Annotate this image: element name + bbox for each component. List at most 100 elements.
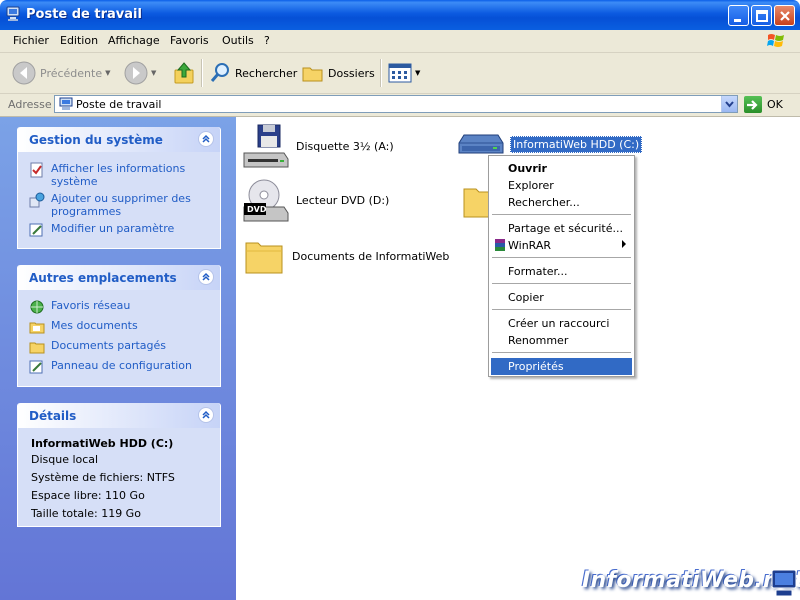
hard-drive-icon	[458, 134, 504, 154]
folder-icon	[245, 242, 283, 274]
back-arrow-icon	[12, 61, 36, 85]
system-info-icon	[30, 162, 43, 178]
ctx-create-shortcut[interactable]: Créer un raccourci	[491, 315, 632, 332]
submenu-arrow-icon	[622, 240, 626, 248]
ctx-winrar[interactable]: WinRAR	[491, 237, 632, 254]
folder-icon	[29, 342, 45, 354]
ctx-rename[interactable]: Renommer	[491, 332, 632, 349]
double-chevron-up-icon	[202, 410, 210, 419]
other-places-panel: Autres emplacements Favoris réseau Mes d…	[17, 265, 221, 387]
chevron-down-icon: ▼	[151, 69, 157, 77]
ctx-properties[interactable]: Propriétés	[491, 358, 632, 375]
place-shared-documents[interactable]: Documents partagés	[29, 339, 211, 355]
ctx-separator	[492, 257, 631, 258]
details-type: Disque local	[31, 453, 99, 466]
toolbar: Précédente ▼ ▼ Rechercher Dossiers ▼	[0, 53, 800, 94]
task-system-info[interactable]: Afficher les informations système	[29, 162, 211, 188]
ctx-separator	[492, 214, 631, 215]
task-change-setting[interactable]: Modifier un paramètre	[29, 222, 211, 238]
forward-button[interactable]: ▼	[124, 53, 156, 93]
menu-affichage[interactable]: Affichage	[108, 34, 160, 47]
svg-text:DVD: DVD	[247, 205, 267, 214]
computer-logo-icon	[771, 569, 797, 597]
chevron-down-icon: ▼	[415, 69, 421, 77]
close-button[interactable]	[774, 5, 795, 26]
menu-fichier[interactable]: Fichier	[13, 34, 49, 47]
documents-folder-icon	[29, 322, 45, 334]
go-button[interactable]: OK	[744, 96, 783, 113]
menu-edition[interactable]: Edition	[60, 34, 98, 47]
collapse-button[interactable]	[198, 269, 214, 285]
ctx-sharing-security[interactable]: Partage et sécurité...	[491, 220, 632, 237]
place-my-documents[interactable]: Mes documents	[29, 319, 211, 335]
system-tasks-panel: Gestion du système Afficher les informat…	[17, 127, 221, 249]
up-folder-icon	[174, 62, 194, 84]
maximize-icon	[756, 10, 768, 22]
views-button[interactable]: ▼	[388, 53, 420, 93]
floppy-drive-icon	[243, 124, 289, 168]
drive-floppy[interactable]: Disquette 3½ (A:)	[242, 123, 394, 169]
system-tasks-header[interactable]: Gestion du système	[18, 127, 220, 152]
control-panel-icon	[29, 360, 43, 374]
search-icon	[210, 63, 229, 82]
chevron-down-icon: ▼	[105, 69, 111, 77]
my-computer-icon	[59, 97, 73, 110]
menu-help[interactable]: ?	[264, 34, 270, 47]
control-panel-icon	[29, 223, 43, 237]
folders-button[interactable]: Dossiers	[302, 53, 375, 93]
place-network[interactable]: Favoris réseau	[29, 299, 211, 315]
chevron-down-icon	[725, 101, 734, 108]
ctx-separator	[492, 352, 631, 353]
details-name: InformatiWeb HDD (C:)	[31, 437, 174, 450]
details-panel: Détails InformatiWeb HDD (C:) Disque loc…	[17, 403, 221, 527]
ctx-search[interactable]: Rechercher...	[491, 194, 632, 211]
maximize-button[interactable]	[751, 5, 772, 26]
ctx-open[interactable]: Ouvrir	[491, 160, 632, 177]
menu-favoris[interactable]: Favoris	[170, 34, 209, 47]
drive-dvd[interactable]: DVD Lecteur DVD (D:)	[242, 177, 389, 223]
task-pane: Gestion du système Afficher les informat…	[0, 117, 236, 600]
views-icon	[388, 63, 412, 83]
network-icon	[30, 300, 44, 314]
minimize-button[interactable]	[728, 5, 749, 26]
menu-bar: Fichier Edition Affichage Favoris Outils…	[0, 30, 800, 53]
double-chevron-up-icon	[202, 272, 210, 281]
search-button[interactable]: Rechercher	[209, 53, 297, 93]
address-dropdown-button[interactable]	[721, 96, 737, 112]
address-bar: Adresse Poste de travail OK	[0, 94, 800, 117]
close-icon	[780, 11, 790, 21]
details-filesystem: Système de fichiers: NTFS	[31, 471, 175, 484]
ctx-explore[interactable]: Explorer	[491, 177, 632, 194]
task-add-remove-programs[interactable]: Ajouter ou supprimer des programmes	[29, 192, 211, 218]
my-computer-icon	[6, 6, 20, 21]
go-arrow-icon	[744, 96, 762, 113]
toolbar-separator	[380, 59, 382, 87]
drive-hdd-c[interactable]: InformatiWeb HDD (C:)	[458, 131, 643, 157]
details-header[interactable]: Détails	[18, 403, 220, 428]
folder-documents-informatiweb[interactable]: Documents de InformatiWeb	[244, 235, 449, 277]
ctx-copy[interactable]: Copier	[491, 289, 632, 306]
double-chevron-up-icon	[202, 134, 210, 143]
dvd-drive-icon: DVD	[243, 179, 289, 222]
menu-outils[interactable]: Outils	[222, 34, 254, 47]
watermark-logo: InformatiWeb.net	[582, 568, 800, 593]
collapse-button[interactable]	[198, 407, 214, 423]
context-menu: Ouvrir Explorer Rechercher... Partage et…	[488, 155, 635, 377]
ctx-separator	[492, 283, 631, 284]
forward-arrow-icon	[124, 61, 148, 85]
winrar-icon	[495, 239, 505, 251]
address-input[interactable]: Poste de travail	[54, 95, 738, 113]
add-remove-programs-icon	[29, 192, 45, 208]
folders-icon	[302, 67, 323, 82]
collapse-button[interactable]	[198, 131, 214, 147]
place-control-panel[interactable]: Panneau de configuration	[29, 359, 211, 375]
details-total-size: Taille totale: 119 Go	[31, 507, 141, 520]
details-free-space: Espace libre: 110 Go	[31, 489, 145, 502]
back-button[interactable]: Précédente ▼	[12, 53, 111, 93]
windows-logo-icon	[767, 34, 784, 47]
up-folder-button[interactable]	[173, 53, 195, 93]
ctx-format[interactable]: Formater...	[491, 263, 632, 280]
title-bar[interactable]: Poste de travail	[0, 0, 800, 30]
other-places-header[interactable]: Autres emplacements	[18, 265, 220, 290]
minimize-icon	[734, 19, 741, 22]
